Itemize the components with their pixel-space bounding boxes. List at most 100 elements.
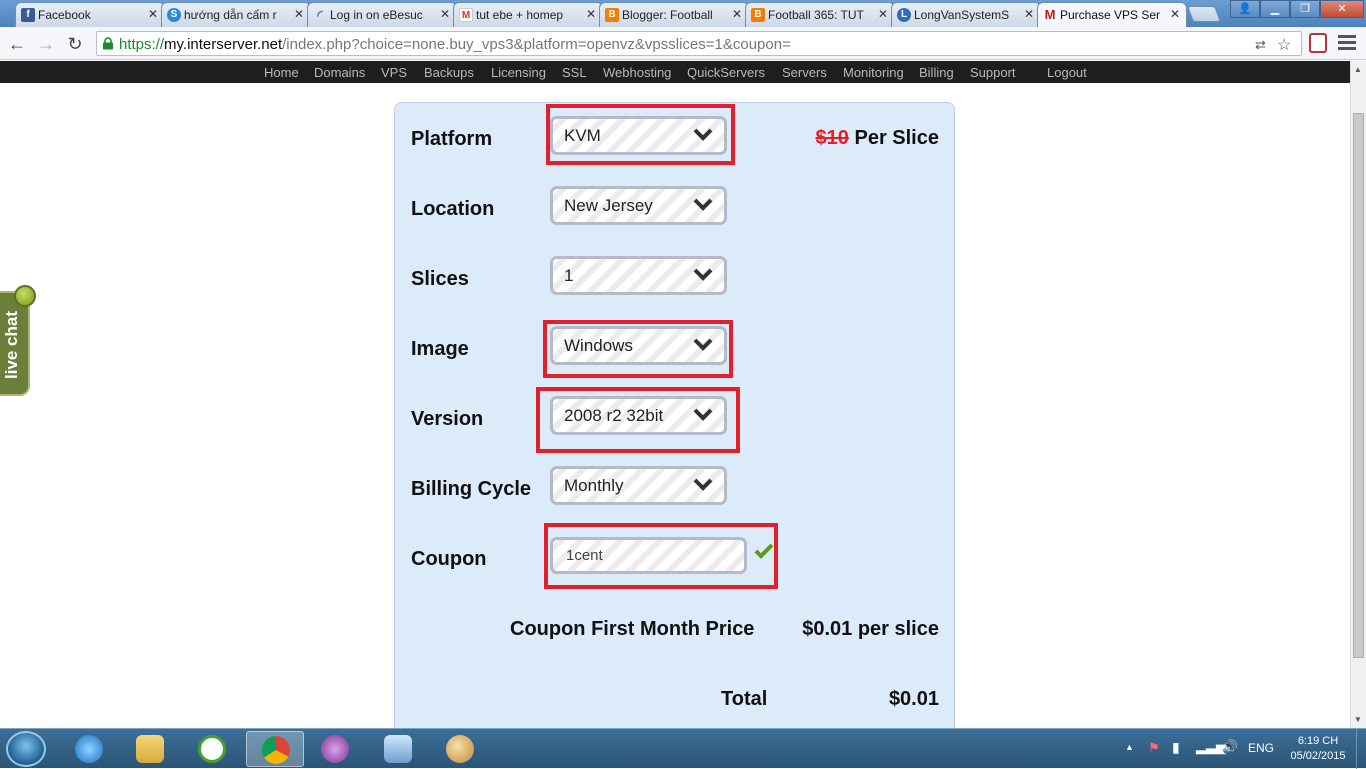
browser-toolbar: ← → ↻ https://my.interserver.net/index.p… xyxy=(0,27,1366,60)
tab-close-icon[interactable]: ✕ xyxy=(148,7,158,21)
window-close-button[interactable]: ✕ xyxy=(1320,0,1364,18)
location-select[interactable]: New Jersey xyxy=(550,186,727,225)
total-value: $0.01 xyxy=(888,688,939,710)
taskbar-network-app[interactable] xyxy=(369,731,427,767)
live-chat-button[interactable]: live chat xyxy=(0,285,36,396)
scrollbar-thumb[interactable] xyxy=(1353,113,1364,658)
tab-ebesuc[interactable]: ◜ Log in on eBesuc ✕ xyxy=(307,2,457,27)
taskbar-internet-explorer[interactable] xyxy=(60,731,118,767)
live-chat-label: live chat xyxy=(2,310,21,380)
version-select[interactable]: 2008 r2 32bit xyxy=(550,396,727,435)
page-scrollbar[interactable]: ▲ ▼ xyxy=(1350,61,1366,728)
nav-ssl[interactable]: SSL xyxy=(562,65,587,80)
tab-close-icon[interactable]: ✕ xyxy=(294,7,304,21)
tab-close-icon[interactable]: ✕ xyxy=(1170,7,1180,21)
nav-quickservers[interactable]: QuickServers xyxy=(687,65,765,80)
loading-spinner-icon: ◜ xyxy=(317,7,323,23)
platform-select[interactable]: KVM xyxy=(550,116,727,155)
profile-icon[interactable]: 👤 xyxy=(1230,0,1260,18)
translate-icon[interactable]: ⇄ xyxy=(1255,37,1266,53)
action-center-icon[interactable]: ⚑ xyxy=(1148,740,1160,756)
tab-blogger[interactable]: B Blogger: Football ✕ xyxy=(599,2,749,27)
chrome-menu-icon[interactable] xyxy=(1338,35,1356,53)
extension-shield-icon[interactable] xyxy=(1309,33,1327,53)
chevron-down-icon xyxy=(693,408,713,421)
taskbar-messenger[interactable] xyxy=(306,731,364,767)
tab-title: tut ebe + homep xyxy=(476,8,564,22)
tab-close-icon[interactable]: ✕ xyxy=(732,7,742,21)
chevron-down-icon xyxy=(693,338,713,351)
forward-button[interactable]: → xyxy=(35,33,57,55)
restore-button[interactable]: ❐ xyxy=(1290,0,1320,18)
nav-vps[interactable]: VPS xyxy=(381,65,407,80)
image-select[interactable]: Windows xyxy=(550,326,727,365)
nav-support[interactable]: Support xyxy=(970,65,1016,80)
nav-billing[interactable]: Billing xyxy=(919,65,954,80)
site-nav: Home Domains VPS Backups Licensing SSL W… xyxy=(0,61,1350,83)
nav-licensing[interactable]: Licensing xyxy=(491,65,546,80)
scroll-down-icon[interactable]: ▼ xyxy=(1354,715,1362,724)
chevron-down-icon xyxy=(693,268,713,281)
battery-icon[interactable]: ▮ xyxy=(1172,739,1180,756)
tab-huong-dan[interactable]: S hướng dẫn cấm r ✕ xyxy=(161,2,311,27)
tab-title: Facebook xyxy=(38,8,91,22)
coupon-input[interactable]: 1cent xyxy=(550,537,747,574)
scroll-up-icon[interactable]: ▲ xyxy=(1354,65,1362,74)
new-tab-button[interactable] xyxy=(1187,6,1221,22)
internet-explorer-icon xyxy=(75,735,103,763)
tab-purchase-vps[interactable]: M Purchase VPS Ser ✕ xyxy=(1037,2,1187,28)
show-desktop-button[interactable] xyxy=(1356,729,1366,769)
taskbar-clock[interactable]: 6:19 CH 05/02/2015 xyxy=(1288,734,1348,764)
longvan-favicon-icon: L xyxy=(897,8,911,22)
minimize-button[interactable]: ▁ xyxy=(1260,0,1290,18)
tab-close-icon[interactable]: ✕ xyxy=(878,7,888,21)
slices-label: Slices xyxy=(411,268,469,290)
tab-facebook[interactable]: f Facebook ✕ xyxy=(15,2,165,27)
order-form-panel: Platform KVM $10 Per Slice Location New … xyxy=(394,102,955,728)
tab-title: Purchase VPS Ser xyxy=(1060,8,1161,22)
show-hidden-icons-icon[interactable]: ▲ xyxy=(1125,742,1134,752)
image-value: Windows xyxy=(564,336,633,355)
back-button[interactable]: ← xyxy=(6,33,28,55)
nav-monitoring[interactable]: Monitoring xyxy=(843,65,904,80)
taskbar-file-explorer[interactable] xyxy=(121,731,179,767)
url-text: https://my.interserver.net/index.php?cho… xyxy=(119,36,791,53)
lock-icon xyxy=(103,37,113,50)
tab-gmail[interactable]: M tut ebe + homep ✕ xyxy=(453,2,603,27)
nav-backups[interactable]: Backups xyxy=(424,65,474,80)
nav-domains[interactable]: Domains xyxy=(314,65,365,80)
location-label: Location xyxy=(411,198,495,220)
nav-logout[interactable]: Logout xyxy=(1047,65,1087,80)
address-bar[interactable]: https://my.interserver.net/index.php?cho… xyxy=(96,31,1302,56)
nav-servers[interactable]: Servers xyxy=(782,65,827,80)
version-label: Version xyxy=(411,408,484,430)
tab-close-icon[interactable]: ✕ xyxy=(440,7,450,21)
taskbar-chrome[interactable] xyxy=(246,731,304,767)
bookmark-star-icon[interactable]: ☆ xyxy=(1277,35,1291,55)
tab-title: Log in on eBesuc xyxy=(330,8,423,22)
billing-cycle-value: Monthly xyxy=(564,476,624,495)
taskbar-coccoc[interactable] xyxy=(183,731,241,767)
tab-football365[interactable]: B Football 365: TUT ✕ xyxy=(745,2,895,27)
url-path: /index.php?choice=none.buy_vps3&platform… xyxy=(282,36,791,53)
start-button[interactable] xyxy=(6,731,46,767)
platform-value: KVM xyxy=(564,126,601,145)
tab-close-icon[interactable]: ✕ xyxy=(586,7,596,21)
nav-home[interactable]: Home xyxy=(264,65,299,80)
slices-select[interactable]: 1 xyxy=(550,256,727,295)
taskbar-paint[interactable] xyxy=(431,731,489,767)
windows-taskbar: ▲ ⚑ ▮ ▂▃▅ 🔊 ENG 6:19 CH 05/02/2015 xyxy=(0,728,1366,769)
billing-cycle-select[interactable]: Monthly xyxy=(550,466,727,505)
reload-button[interactable]: ↻ xyxy=(64,33,86,55)
image-label: Image xyxy=(411,338,469,360)
nav-webhosting[interactable]: Webhosting xyxy=(603,65,671,80)
chrome-icon xyxy=(262,736,290,764)
volume-icon[interactable]: 🔊 xyxy=(1222,739,1238,755)
price-suffix: Per Slice xyxy=(854,127,939,149)
tab-longvan[interactable]: L LongVanSystemS ✕ xyxy=(891,2,1041,27)
total-label: Total xyxy=(721,688,768,710)
language-indicator[interactable]: ENG xyxy=(1248,741,1274,755)
tab-close-icon[interactable]: ✕ xyxy=(1024,7,1034,21)
paint-icon xyxy=(446,735,474,763)
version-value: 2008 r2 32bit xyxy=(564,406,664,425)
